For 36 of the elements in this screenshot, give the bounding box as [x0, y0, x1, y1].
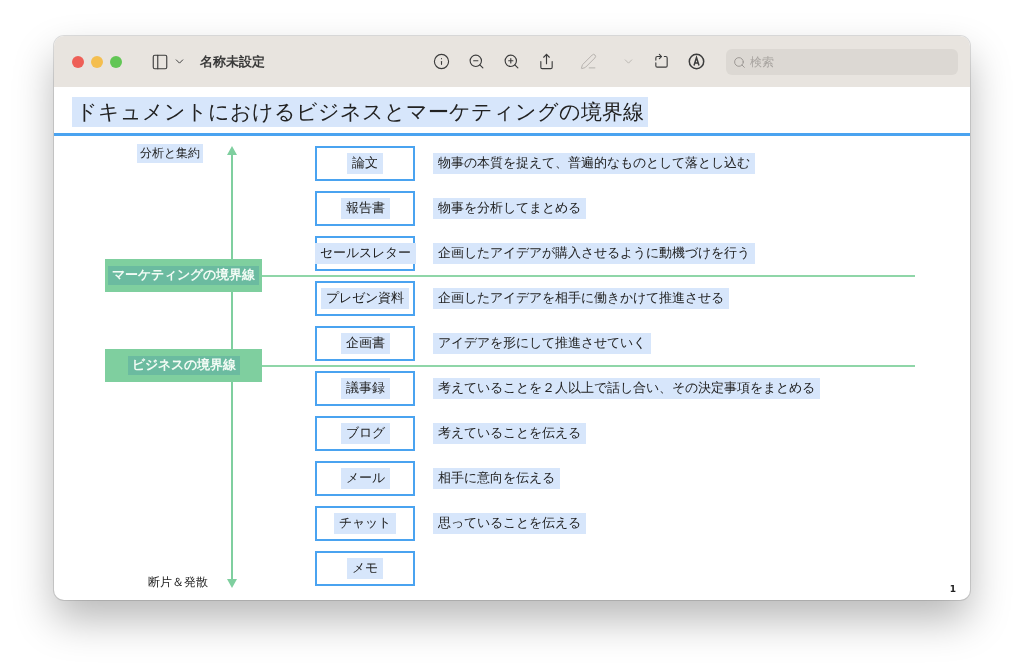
document-title: ドキュメントにおけるビジネスとマーケティングの境界線: [72, 97, 648, 127]
info-button[interactable]: [433, 53, 450, 70]
page-number: 1: [949, 584, 956, 594]
document-type-box: ブログ: [315, 416, 415, 451]
document-type-box: プレゼン資料: [315, 281, 415, 316]
description-text: 相手に意向を伝える: [433, 468, 560, 489]
description-text: 企画したアイデアを相手に働きかけて推進させる: [433, 288, 729, 309]
boundary-label: マーケティングの境界線: [105, 259, 262, 292]
description-text: 考えていることを伝える: [433, 423, 586, 444]
close-button[interactable]: [72, 55, 84, 68]
boundary-label: ビジネスの境界線: [105, 349, 262, 382]
document-type-box: 報告書: [315, 191, 415, 226]
document-type-box: メモ: [315, 551, 415, 586]
document-type-box: 論文: [315, 146, 415, 181]
rotate-button[interactable]: [653, 53, 670, 70]
description-text: 思っていることを伝える: [433, 513, 586, 534]
document-type-box: 企画書: [315, 326, 415, 361]
sidebar-button[interactable]: [151, 52, 186, 71]
zoom-out-button[interactable]: [468, 53, 485, 70]
share-button[interactable]: [538, 53, 555, 70]
sidebar-icon: [151, 52, 169, 71]
axis-label: 断片＆発散: [147, 574, 209, 591]
search-icon: [733, 55, 746, 69]
document-type-box: チャット: [315, 506, 415, 541]
document-type-box: 議事録: [315, 371, 415, 406]
window-title: 名称未設定: [200, 52, 265, 71]
zoom-in-button[interactable]: [503, 53, 520, 70]
description-text: アイデアを形にして推進させていく: [433, 333, 651, 354]
description-text: 考えていることを２人以上で話し合い、その決定事項をまとめる: [433, 378, 820, 399]
axis-label: 分析と集約: [137, 144, 203, 163]
document-type-box: セールスレター: [315, 236, 415, 271]
description-text: 物事の本質を捉えて、普遍的なものとして落とし込む: [433, 153, 755, 174]
description-text: 物事を分析してまとめる: [433, 198, 586, 219]
pen-circle-button[interactable]: [688, 53, 705, 70]
description-text: 企画したアイデアが購入させるように動機づけを行う: [433, 243, 755, 264]
document-type-box: メール: [315, 461, 415, 496]
